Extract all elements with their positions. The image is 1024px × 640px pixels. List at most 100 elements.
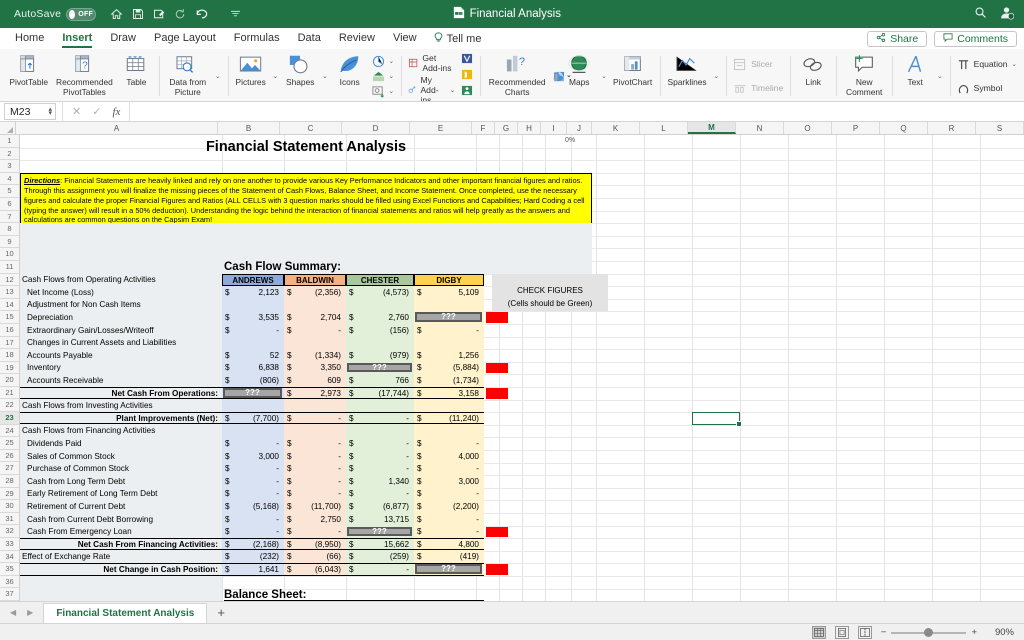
recommended-charts-button[interactable]: ? Recommended Charts: [484, 51, 550, 101]
cells-area[interactable]: Financial Statement Analysis Directions: …: [20, 135, 1024, 601]
col-header-M[interactable]: M: [688, 122, 736, 134]
col-header-E[interactable]: E: [410, 122, 472, 134]
recommended-pivottables-button[interactable]: ? Recommended PivotTables: [51, 51, 117, 101]
row-header-22[interactable]: 22: [0, 399, 19, 413]
row-header-25[interactable]: 25: [0, 437, 19, 450]
search-icon[interactable]: [974, 6, 987, 22]
slicer-button[interactable]: Slicer: [733, 58, 783, 71]
row-header-21[interactable]: 21: [0, 386, 19, 400]
autosave-control[interactable]: AutoSave OFF: [14, 7, 97, 21]
col-header-K[interactable]: K: [592, 122, 640, 134]
row-header-35[interactable]: 35: [0, 563, 19, 576]
page-layout-view-icon[interactable]: [834, 626, 849, 639]
account-icon[interactable]: [999, 5, 1015, 23]
equation-button[interactable]: Equation ⌄: [957, 58, 1017, 71]
visio-icon[interactable]: [461, 53, 473, 67]
text-button[interactable]: Text: [896, 51, 934, 101]
sheet-tab-financial-statement-analysis[interactable]: Financial Statement Analysis: [43, 602, 208, 623]
name-box[interactable]: M23 ▴ ▾: [4, 103, 56, 120]
col-header-B[interactable]: B: [218, 122, 280, 134]
icons-button[interactable]: Icons: [331, 51, 369, 101]
people-graph-icon[interactable]: [461, 85, 473, 99]
tab-data[interactable]: Data: [289, 30, 330, 47]
row-header-32[interactable]: 32: [0, 525, 19, 538]
row-header-2[interactable]: 2: [0, 147, 19, 161]
tab-formulas[interactable]: Formulas: [225, 30, 289, 47]
row-header-1[interactable]: 1: [0, 135, 19, 148]
tab-draw[interactable]: Draw: [101, 30, 145, 47]
pictures-dropdown[interactable]: ⌄: [270, 51, 281, 101]
undo-icon[interactable]: [195, 8, 209, 20]
row-header-16[interactable]: 16: [0, 323, 19, 337]
formula-input[interactable]: [129, 102, 1024, 121]
row-header-28[interactable]: 28: [0, 475, 19, 488]
screenshot-button[interactable]: ⌄: [372, 85, 394, 98]
col-header-N[interactable]: N: [736, 122, 784, 134]
prev-sheet-icon[interactable]: ◀: [10, 608, 16, 617]
missing-value-cell[interactable]: ???: [347, 362, 412, 373]
data-from-picture-button[interactable]: Data from Picture: [163, 51, 212, 101]
row-header-6[interactable]: 6: [0, 197, 19, 211]
stock-chart-icon[interactable]: ⌄: [553, 70, 572, 82]
row-header-30[interactable]: 30: [0, 500, 19, 513]
col-header-I[interactable]: I: [541, 122, 567, 134]
col-header-P[interactable]: P: [832, 122, 880, 134]
row-header-31[interactable]: 31: [0, 512, 19, 526]
col-header-L[interactable]: L: [640, 122, 688, 134]
row-header-15[interactable]: 15: [0, 311, 19, 324]
row-header-5[interactable]: 5: [0, 185, 19, 198]
function-icon[interactable]: fx: [112, 106, 120, 118]
tab-view[interactable]: View: [384, 30, 426, 47]
home-icon[interactable]: [110, 8, 123, 21]
tell-me-box[interactable]: Tell me: [426, 30, 490, 48]
row-header-34[interactable]: 34: [0, 550, 19, 564]
zoom-knob[interactable]: [924, 627, 934, 637]
row-header-24[interactable]: 24: [0, 424, 19, 438]
col-header-H[interactable]: H: [518, 122, 541, 134]
row-header-9[interactable]: 9: [0, 235, 19, 249]
table-button[interactable]: Table: [117, 51, 155, 101]
row-header-14[interactable]: 14: [0, 298, 19, 312]
selected-cell-M23[interactable]: [692, 412, 742, 427]
row-header-27[interactable]: 27: [0, 462, 19, 476]
missing-value-cell[interactable]: ???: [415, 564, 482, 574]
col-header-O[interactable]: O: [784, 122, 832, 134]
page-break-view-icon[interactable]: [857, 626, 872, 639]
col-header-A[interactable]: A: [16, 122, 218, 134]
row-header-18[interactable]: 18: [0, 349, 19, 362]
shapes-dropdown[interactable]: ⌄: [319, 51, 330, 101]
row-header-4[interactable]: 4: [0, 172, 19, 186]
title-dropdown-icon[interactable]: ⌄: [566, 10, 571, 18]
sparklines-dropdown[interactable]: ⌄: [711, 51, 722, 101]
new-comment-button[interactable]: New Comment: [840, 51, 888, 101]
3d-models-button[interactable]: ⌄: [372, 55, 394, 68]
row-header-11[interactable]: 11: [0, 260, 19, 274]
autosave-toggle[interactable]: OFF: [66, 7, 97, 21]
row-header-17[interactable]: 17: [0, 336, 19, 350]
get-addins-button[interactable]: Get Add-ins: [408, 53, 455, 73]
row-header-29[interactable]: 29: [0, 487, 19, 501]
save-icon[interactable]: [132, 8, 144, 20]
enter-icon[interactable]: ✓: [92, 105, 101, 118]
missing-value-cell[interactable]: ???: [223, 388, 282, 398]
maps-dropdown[interactable]: ⌄: [598, 51, 609, 101]
timeline-button[interactable]: Timeline: [733, 82, 783, 95]
col-header-G[interactable]: G: [495, 122, 518, 134]
zoom-level-label[interactable]: 90%: [986, 627, 1014, 638]
col-header-J[interactable]: J: [567, 122, 592, 134]
select-all-corner[interactable]: [0, 122, 16, 134]
col-header-R[interactable]: R: [928, 122, 976, 134]
save-as-icon[interactable]: [153, 8, 165, 20]
shapes-button[interactable]: Shapes: [281, 51, 319, 101]
tab-insert[interactable]: Insert: [53, 30, 101, 48]
row-header-8[interactable]: 8: [0, 223, 19, 236]
row-header-7[interactable]: 7: [0, 210, 19, 224]
share-button[interactable]: Share: [867, 30, 928, 47]
col-header-C[interactable]: C: [280, 122, 342, 134]
zoom-in-button[interactable]: +: [971, 627, 977, 638]
row-header-26[interactable]: 26: [0, 449, 19, 463]
col-header-Q[interactable]: Q: [880, 122, 928, 134]
col-header-F[interactable]: F: [472, 122, 495, 134]
row-header-12[interactable]: 12: [0, 273, 19, 287]
col-header-D[interactable]: D: [342, 122, 410, 134]
